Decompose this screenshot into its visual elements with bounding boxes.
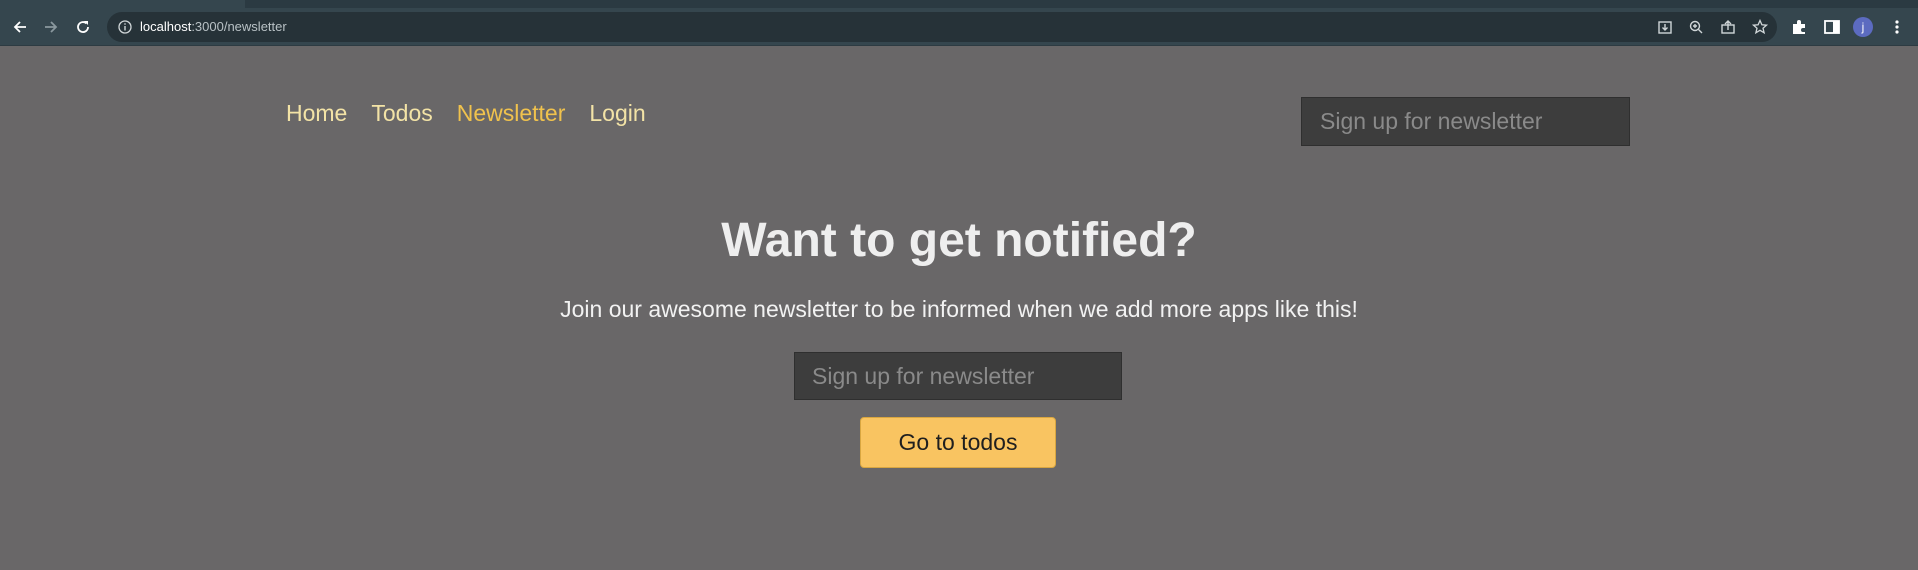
install-icon[interactable] [1656,18,1674,36]
nav-link-home[interactable]: Home [286,99,347,127]
arrow-left-icon [13,21,26,33]
url-host: localhost [140,19,192,34]
kebab-menu-icon[interactable] [1887,17,1907,37]
star-icon[interactable] [1751,18,1769,36]
puzzle-icon[interactable] [1789,17,1809,37]
address-bar[interactable]: localhost:3000/newsletter [107,12,1777,42]
forward-button[interactable] [38,14,64,40]
url-path: :3000/newsletter [191,19,287,34]
info-circle-icon[interactable] [117,19,133,35]
side-panel-icon[interactable] [1822,17,1842,37]
page-content: Home Todos Newsletter Login Want to get … [0,47,1918,570]
page-subtitle: Join our awesome newsletter to be inform… [560,296,1358,322]
zoom-icon[interactable] [1687,18,1705,36]
go-to-todos-button[interactable]: Go to todos [860,417,1056,468]
arrow-right-icon [45,21,58,33]
main-nav: Home Todos Newsletter Login [286,99,646,127]
header-newsletter-input[interactable] [1301,97,1630,146]
nav-link-login[interactable]: Login [589,99,645,127]
nav-link-newsletter[interactable]: Newsletter [457,99,566,127]
back-button[interactable] [7,14,33,40]
nav-link-todos[interactable]: Todos [371,99,432,127]
active-tab-edge[interactable] [0,0,245,8]
profile-avatar[interactable]: j [1853,17,1873,37]
tab-strip [0,0,1918,8]
share-icon[interactable] [1719,18,1737,36]
browser-toolbar: localhost:3000/newsletter j [0,8,1918,46]
page-title: Want to get notified? [721,214,1197,267]
reload-button[interactable] [70,14,96,40]
url-text[interactable]: localhost:3000/newsletter [140,19,287,35]
newsletter-email-input[interactable] [794,352,1122,400]
reload-icon [77,21,89,33]
